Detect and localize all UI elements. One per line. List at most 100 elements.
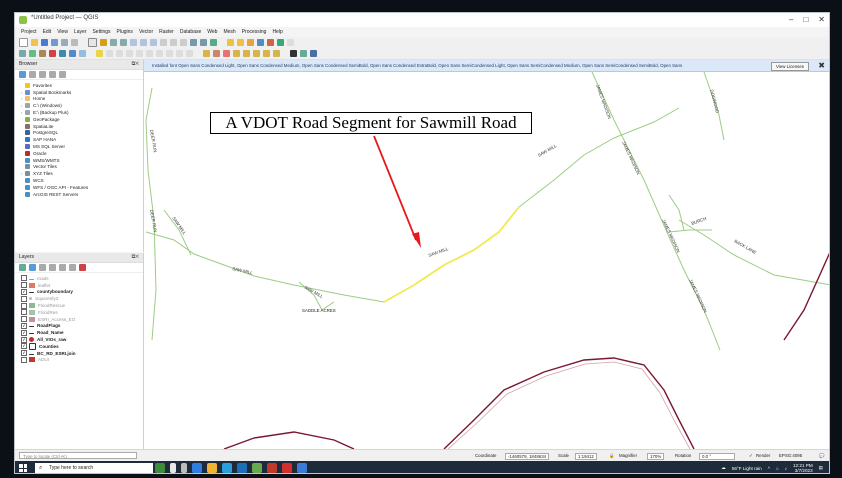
browser-item[interactable]: WFS / OGC API - Features	[21, 184, 143, 191]
weather-icon[interactable]: ☁	[721, 465, 726, 471]
render-checkbox[interactable]: ✓	[749, 453, 753, 459]
remove-layer-icon[interactable]	[79, 264, 86, 271]
browser-item[interactable]: MS SQL Server	[21, 143, 143, 150]
network-icon[interactable]: ⌂	[776, 466, 779, 471]
label-show-icon[interactable]	[263, 50, 270, 57]
browser-item[interactable]: GeoPackage	[21, 116, 143, 123]
layer-checkbox[interactable]	[21, 295, 27, 302]
label-properties-icon[interactable]	[273, 50, 280, 57]
zoom-out-icon[interactable]	[120, 39, 127, 46]
cut-feature-icon[interactable]	[146, 50, 153, 57]
digitize-icon[interactable]	[116, 50, 123, 57]
vertex-tool-icon[interactable]	[126, 50, 133, 57]
redo-icon[interactable]	[186, 50, 193, 57]
zoom-layer-icon[interactable]	[150, 39, 157, 46]
tray-chevron-icon[interactable]: ^	[768, 466, 770, 471]
filter-icon[interactable]	[39, 71, 46, 78]
layer-checkbox[interactable]: ✓	[21, 350, 27, 357]
notifications-icon[interactable]: ▤	[819, 465, 823, 471]
browser-item[interactable]: WCS	[21, 177, 143, 184]
browser-item[interactable]: WMS/WMTS	[21, 157, 143, 164]
label-highlight-icon[interactable]	[223, 50, 230, 57]
road-saw-mill-west[interactable]	[145, 231, 385, 303]
layer-checkbox[interactable]: ✓	[21, 288, 27, 295]
browser-item[interactable]: Favorites	[21, 82, 143, 89]
add-vector-icon[interactable]	[29, 50, 36, 57]
weather-text[interactable]: 56°F Light rain	[732, 466, 762, 471]
menu-layer[interactable]: Layer	[74, 27, 87, 37]
refresh-icon[interactable]	[19, 71, 26, 78]
attribute-table-icon[interactable]	[257, 39, 264, 46]
layer-checkbox[interactable]	[21, 302, 27, 309]
annotation-icon[interactable]	[287, 39, 294, 46]
pan-icon[interactable]	[88, 38, 97, 47]
label-change-icon[interactable]	[253, 50, 260, 57]
refresh-icon[interactable]	[210, 39, 217, 46]
folder-icon[interactable]	[207, 463, 217, 473]
measure-icon[interactable]	[277, 39, 284, 46]
acrobat-icon[interactable]	[282, 463, 292, 473]
menu-help[interactable]: Help	[272, 27, 282, 37]
python-console-icon[interactable]	[290, 50, 297, 57]
layer-item[interactable]: ✓ countyboundary	[21, 288, 143, 296]
windows-start-icon[interactable]	[19, 464, 27, 472]
data-source-manager-icon[interactable]	[19, 50, 26, 57]
menu-database[interactable]: Database	[180, 27, 201, 37]
browser-item[interactable]: Oracle	[21, 150, 143, 157]
save-project-icon[interactable]	[41, 39, 48, 46]
zoom-selection-icon[interactable]	[140, 39, 147, 46]
select-icon[interactable]	[237, 39, 244, 46]
task-view-icon[interactable]	[170, 463, 176, 473]
volume-icon[interactable]: ♪	[785, 466, 787, 471]
lock-icon[interactable]: 🔒	[609, 453, 614, 459]
browser-item[interactable]: › C:\ (Windows)	[21, 102, 143, 109]
undo-icon[interactable]	[176, 50, 183, 57]
close-message-icon[interactable]: ✖	[818, 61, 825, 70]
browser-item[interactable]: Vector Tiles	[21, 164, 143, 171]
layer-item[interactable]: Squaresfy3	[21, 295, 143, 302]
label-rotate-icon[interactable]	[243, 50, 250, 57]
browser-item[interactable]: › Home	[21, 96, 143, 103]
layer-checkbox[interactable]	[21, 356, 27, 363]
road-burch[interactable]	[668, 229, 712, 233]
road-connector[interactable]	[668, 194, 685, 231]
scale-field[interactable]: 1:19412	[575, 453, 597, 460]
panel-controls-icon[interactable]: ⧉✕	[132, 253, 139, 262]
coordinate-field[interactable]: -1460579, 1848634	[505, 453, 550, 460]
layer-item[interactable]: leaflet	[21, 282, 143, 289]
layer-item[interactable]: ✓ All_VIOs_raw	[21, 336, 143, 343]
layer-item[interactable]: roads	[21, 275, 143, 282]
qgis-icon[interactable]	[252, 463, 262, 473]
layer-checkbox[interactable]: ✓	[21, 322, 27, 329]
layer-item[interactable]: ✓ RoadFlags	[21, 322, 143, 330]
add-postgis-icon[interactable]	[59, 50, 66, 57]
store-icon[interactable]	[237, 463, 247, 473]
taskbar-search-input[interactable]: ⌕ Type here to search	[35, 463, 153, 473]
layer-checkbox[interactable]: ✓	[21, 336, 27, 343]
label-pin-icon[interactable]	[213, 50, 220, 57]
expand-all-icon[interactable]	[59, 264, 66, 271]
save-edits-icon[interactable]	[106, 50, 113, 57]
layer-checkbox[interactable]	[21, 275, 27, 282]
road-saw-mill-east[interactable]	[518, 107, 680, 208]
minimize-button[interactable]: –	[789, 15, 793, 24]
rotation-field[interactable]: 0.0 °	[699, 453, 735, 460]
toggle-editing-icon[interactable]	[96, 50, 103, 57]
layer-item[interactable]: ✓ Counties	[21, 342, 143, 350]
add-selected-layers-icon[interactable]	[29, 71, 36, 78]
chrome-icon[interactable]	[192, 463, 202, 473]
temporal-icon[interactable]	[200, 39, 207, 46]
add-csv-icon[interactable]	[49, 50, 56, 57]
edge-icon[interactable]	[222, 463, 232, 473]
menu-project[interactable]: Project	[21, 27, 37, 37]
collapse-all-icon[interactable]	[49, 71, 56, 78]
crs-button[interactable]: EPSG:4095	[779, 453, 802, 458]
menu-settings[interactable]: Settings	[92, 27, 110, 37]
open-project-icon[interactable]	[31, 39, 38, 46]
layer-checkbox[interactable]	[21, 309, 27, 316]
collapse-all-icon[interactable]	[69, 264, 76, 271]
layer-item[interactable]: FloodRes	[21, 309, 143, 316]
browser-item[interactable]: SAP HANA	[21, 136, 143, 143]
menu-view[interactable]: View	[57, 27, 68, 37]
layer-item[interactable]: FloodRescue	[21, 302, 143, 309]
